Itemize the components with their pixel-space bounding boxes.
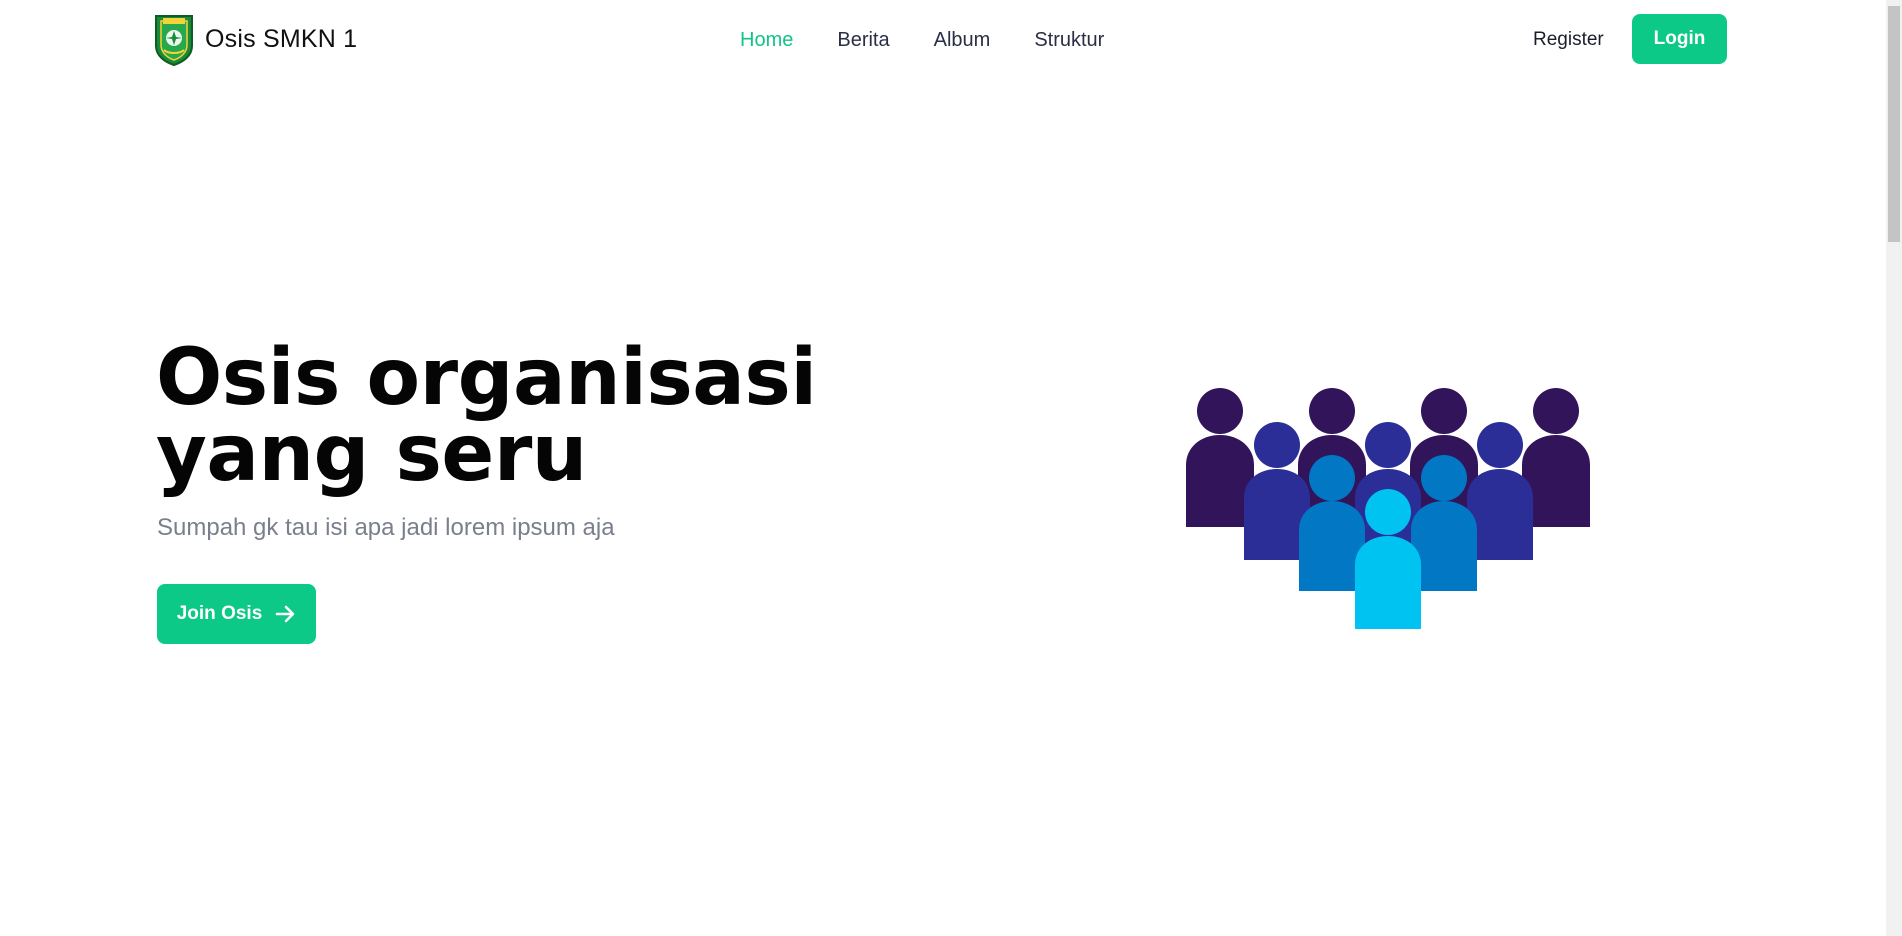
- brand-name: Osis SMKN 1: [205, 24, 358, 53]
- register-link[interactable]: Register: [1533, 22, 1604, 58]
- login-button[interactable]: Login: [1632, 14, 1727, 64]
- join-osis-label: Join Osis: [176, 603, 263, 624]
- people-group-illustration: [1186, 388, 1590, 629]
- brand-link[interactable]: Osis SMKN 1: [153, 11, 357, 67]
- navbar: Osis SMKN 1 Home Berita Album Struktur R…: [0, 0, 1886, 80]
- nav-link-struktur[interactable]: Struktur: [1034, 22, 1104, 58]
- scrollbar-thumb[interactable]: [1888, 6, 1900, 242]
- hero-subtitle: Sumpah gk tau isi apa jadi lorem ipsum a…: [157, 514, 615, 541]
- vertical-scrollbar[interactable]: [1886, 0, 1902, 936]
- nav-link-album[interactable]: Album: [934, 22, 991, 58]
- main-nav: Home Berita Album Struktur: [740, 22, 1148, 58]
- page: Osis SMKN 1 Home Berita Album Struktur R…: [0, 0, 1902, 936]
- arrow-right-icon: [275, 605, 295, 623]
- nav-link-home[interactable]: Home: [740, 22, 793, 58]
- school-emblem-logo: [155, 15, 193, 66]
- hero-title: Osis organisasi yang seru: [156, 333, 817, 499]
- join-osis-button[interactable]: Join Osis: [157, 584, 316, 644]
- nav-link-berita[interactable]: Berita: [837, 22, 889, 58]
